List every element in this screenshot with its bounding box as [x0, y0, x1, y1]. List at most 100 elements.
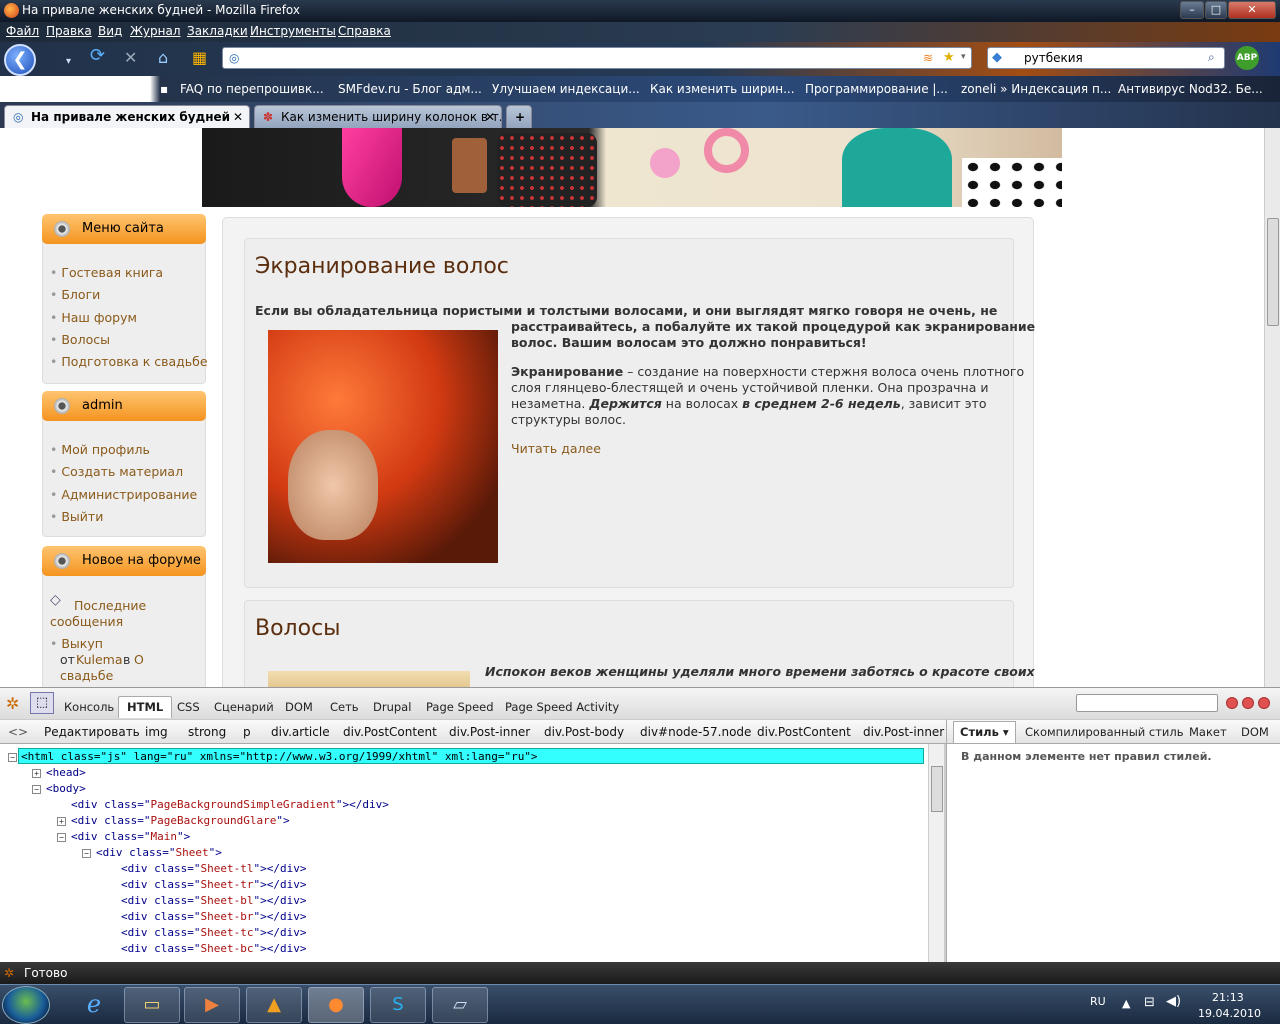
- crumb-item[interactable]: div.PostContent: [343, 725, 437, 739]
- scrollbar-thumb[interactable]: [1267, 218, 1279, 326]
- menu-view[interactable]: Вид: [98, 24, 122, 38]
- aimp-taskbar-icon[interactable]: ▲: [246, 987, 302, 1023]
- fb-tab-drupal[interactable]: Drupal: [373, 700, 411, 714]
- notepad-taskbar-icon[interactable]: ▱: [432, 987, 488, 1023]
- html-node[interactable]: <div class="Sheet-tl"></div>: [121, 861, 306, 877]
- inspect-element-icon[interactable]: ⬚: [30, 692, 54, 714]
- fb-side-tab-dom[interactable]: DOM: [1241, 725, 1269, 739]
- html-node[interactable]: <div class="Sheet-bc"></div>: [121, 941, 306, 957]
- forum-latest-link[interactable]: Последние сообщения: [50, 598, 190, 630]
- fb-tab-pagespeed-activity[interactable]: Page Speed Activity: [505, 700, 619, 714]
- url-dropdown-icon[interactable]: ▾: [961, 52, 966, 62]
- html-node[interactable]: <div class="Sheet-bl"></div>: [121, 893, 306, 909]
- start-button[interactable]: [2, 986, 50, 1024]
- sidebar-link-logout[interactable]: Выйти: [50, 509, 103, 524]
- collapse-icon[interactable]: −: [8, 753, 17, 762]
- article-title[interactable]: Экранирование волос: [255, 254, 509, 279]
- firebug-status-icon[interactable]: ✲: [4, 966, 14, 980]
- fb-side-tab-computed[interactable]: Скомпилированный стиль: [1025, 725, 1184, 739]
- fb-side-tab-style[interactable]: Стиль ▾: [953, 721, 1016, 743]
- fb-edit-icon[interactable]: <>: [8, 725, 28, 739]
- menu-file[interactable]: Файл: [6, 24, 39, 38]
- fb-tab-pagespeed[interactable]: Page Speed: [426, 700, 494, 714]
- forum-board-link[interactable]: О свадьбе: [60, 652, 160, 684]
- search-field[interactable]: ◆ рутбекия ⌕: [987, 47, 1225, 69]
- site-identity-icon[interactable]: ◎: [229, 51, 239, 65]
- html-node[interactable]: <div class="Sheet-tr"></div>: [121, 877, 306, 893]
- forum-topic-link[interactable]: Выкуп: [50, 636, 103, 651]
- crumb-item[interactable]: p: [243, 725, 251, 739]
- menu-tools[interactable]: Инструменты: [250, 24, 336, 38]
- apps-grid-icon[interactable]: ▦: [192, 50, 207, 66]
- media-player-taskbar-icon[interactable]: ▶: [184, 987, 240, 1023]
- rss-icon[interactable]: ≋: [923, 51, 933, 65]
- firebug-bug-icon[interactable]: ✲: [6, 694, 19, 713]
- bookmark-item[interactable]: FAQ по перепрошивк...: [180, 82, 324, 96]
- network-icon[interactable]: ⊟: [1144, 995, 1155, 1010]
- fb-tab-html[interactable]: HTML: [118, 696, 173, 718]
- bookmark-item[interactable]: Программирование |...: [805, 82, 948, 96]
- crumb-item[interactable]: div.PostContent: [757, 725, 851, 739]
- adblock-plus-button[interactable]: ABP: [1235, 46, 1259, 70]
- sidebar-link-profile[interactable]: Мой профиль: [50, 442, 149, 457]
- sidebar-link-forum[interactable]: Наш форум: [50, 310, 137, 325]
- fb-tab-net[interactable]: Сеть: [330, 700, 359, 714]
- history-dropdown-icon[interactable]: ▾: [66, 54, 71, 70]
- sidebar-link-blogs[interactable]: Блоги: [50, 287, 100, 302]
- menu-help[interactable]: Справка: [338, 24, 391, 38]
- html-node-selected[interactable]: <html class="js" lang="ru" xmlns="http:/…: [18, 748, 924, 764]
- crumb-item[interactable]: div#node-57.node: [640, 725, 751, 739]
- sidebar-link-wedding[interactable]: Подготовка к свадьбе: [50, 354, 207, 369]
- fb-tab-css[interactable]: CSS: [177, 700, 200, 714]
- reload-icon[interactable]: ⟳: [90, 47, 105, 65]
- tab-active[interactable]: ◎ На привале женских будней ✕: [4, 105, 250, 128]
- firefox-taskbar-icon[interactable]: ●: [308, 987, 364, 1023]
- sidebar-link-create[interactable]: Создать материал: [50, 464, 183, 479]
- new-tab-button[interactable]: +: [506, 105, 532, 128]
- tab-close-icon[interactable]: ✕: [233, 106, 243, 128]
- sidebar-link-admin[interactable]: Администрирование: [50, 487, 197, 502]
- bookmark-item[interactable]: Антивирус Nod32. Бе...: [1118, 82, 1263, 96]
- expand-icon[interactable]: +: [32, 769, 41, 778]
- crumb-item[interactable]: div.Post-body: [544, 725, 624, 739]
- html-node[interactable]: <div class="PageBackgroundSimpleGradient…: [71, 797, 389, 813]
- search-go-icon[interactable]: ⌕: [1208, 50, 1215, 65]
- html-node[interactable]: <body>: [46, 781, 86, 797]
- fb-detach-icon[interactable]: [1242, 697, 1254, 709]
- crumb-item[interactable]: strong: [188, 725, 226, 739]
- firebug-search-input[interactable]: [1076, 694, 1218, 712]
- menu-history[interactable]: Журнал: [130, 24, 181, 38]
- fb-edit-button[interactable]: Редактировать: [44, 725, 140, 739]
- minimize-button[interactable]: –: [1180, 1, 1204, 19]
- firebug-html-scrollbar[interactable]: [928, 744, 944, 962]
- tab-inactive[interactable]: ✽ Как изменить ширину колонок в т... ✕: [254, 105, 502, 128]
- clock-time[interactable]: 21:13: [1212, 991, 1244, 1004]
- fb-tab-script[interactable]: Сценарий: [214, 700, 274, 714]
- google-engine-icon[interactable]: ◆: [992, 50, 1002, 65]
- fb-side-tab-layout[interactable]: Макет: [1189, 725, 1227, 739]
- url-field[interactable]: ◎ ≋ ★ ▾: [222, 47, 972, 69]
- html-node[interactable]: <div class="Main">: [71, 829, 190, 845]
- collapse-icon[interactable]: −: [32, 785, 41, 794]
- crumb-item[interactable]: img: [145, 725, 168, 739]
- read-more-link[interactable]: Читать далее: [511, 441, 601, 456]
- html-node[interactable]: <head>: [46, 765, 86, 781]
- volume-icon[interactable]: ◀): [1166, 994, 1181, 1009]
- home-icon[interactable]: ⌂: [158, 50, 168, 66]
- menu-edit[interactable]: Правка: [46, 24, 92, 38]
- scrollbar-thumb[interactable]: [931, 766, 943, 812]
- crumb-item[interactable]: div.article: [271, 725, 330, 739]
- bookmark-star-icon[interactable]: ★: [943, 50, 955, 65]
- sidebar-link-hair[interactable]: Волосы: [50, 332, 110, 347]
- back-button[interactable]: ❮: [4, 44, 36, 76]
- fb-tab-dom[interactable]: DOM: [285, 700, 313, 714]
- skype-taskbar-icon[interactable]: S: [370, 987, 426, 1023]
- fb-close-icon[interactable]: [1258, 697, 1270, 709]
- collapse-icon[interactable]: −: [82, 849, 91, 858]
- html-node[interactable]: <div class="PageBackgroundGlare">: [71, 813, 290, 829]
- ie-taskbar-icon[interactable]: ℯ: [66, 987, 122, 1023]
- sidebar-link-guestbook[interactable]: Гостевая книга: [50, 265, 163, 280]
- bookmark-item[interactable]: Улучшаем индексаци...: [492, 82, 640, 96]
- fb-tab-console[interactable]: Консоль: [64, 700, 114, 714]
- collapse-icon[interactable]: −: [57, 833, 66, 842]
